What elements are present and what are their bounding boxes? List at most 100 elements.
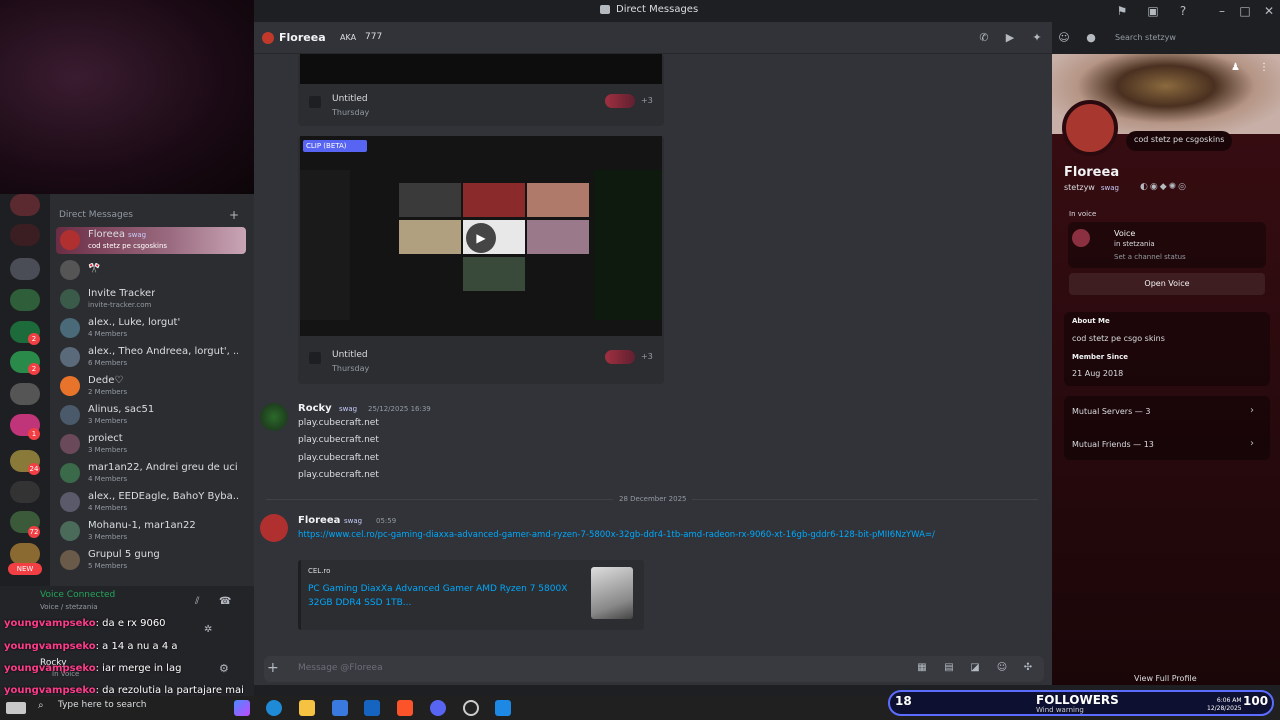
clan-tag: swag [127,231,147,239]
server-icon[interactable] [10,289,40,311]
mutual-servers[interactable]: Mutual Servers — 3 [1072,407,1150,416]
sticker-icon[interactable]: ◪ [969,662,981,674]
dm-item[interactable]: Dede♡ 2 Members [56,373,246,400]
dm-item[interactable]: Grupul 5 gung 5 Members [56,547,246,574]
attach-icon[interactable]: + [267,660,279,676]
unread-badge: 24 [28,463,40,475]
mutual-friends[interactable]: Mutual Friends — 13 [1072,440,1154,449]
search-icon[interactable]: ⌕ [38,700,44,711]
dm-item[interactable]: Alinus, sac51 3 Members [56,402,246,429]
disconnect-icon[interactable]: ☎ [219,596,231,607]
followers-label: FOLLOWERS [1036,693,1119,707]
thumb-tile [527,220,589,254]
profile-toggle-icon[interactable]: ● [1084,32,1098,44]
voice-channel[interactable]: Voice / stetzania [40,603,98,611]
minimize-icon[interactable]: – [1215,4,1229,18]
close-icon[interactable]: ✕ [1262,4,1276,18]
gif-icon[interactable]: ▤ [943,662,955,674]
play-icon[interactable]: ▶ [466,223,496,253]
avatar[interactable] [262,32,274,44]
settings-icon[interactable]: ⚙ [219,662,229,675]
chevron-right-icon[interactable]: › [1250,405,1254,416]
dm-item[interactable]: 🎌 [56,257,246,284]
window-icon[interactable]: ▣ [1146,4,1160,18]
clock-time: 6:06 AM [1216,697,1242,704]
dm-item-floreea[interactable]: Floreea swag cod stetz pe csgoskins [56,227,246,254]
call-icon[interactable]: ✆ [977,32,991,44]
server-icon[interactable] [10,194,40,216]
view-full-profile-link[interactable]: View Full Profile [1134,674,1197,683]
header-name[interactable]: Floreea [279,31,326,44]
avatar [60,318,80,338]
embed-thumbnail[interactable] [591,567,633,619]
store-icon[interactable] [332,700,348,716]
author-name[interactable]: Rocky [298,403,332,414]
message-link[interactable]: https://www.cel.ro/pc-gaming-diaxxa-adva… [298,529,1028,541]
server-icon[interactable] [10,383,40,405]
inbox-icon[interactable]: ⚑ [1115,4,1129,18]
profile-badges: ◐◉◆✺◎ [1140,182,1189,192]
chevron-right-icon[interactable]: › [1250,438,1254,449]
obs-icon[interactable] [463,700,479,716]
activity-icon[interactable]: ✲ [204,624,212,635]
search-input[interactable]: Search stetzyw [1110,30,1270,46]
embed-title[interactable]: PC Gaming DiaxXa Advanced Gamer AMD Ryze… [308,582,588,610]
avatar[interactable] [260,403,288,431]
followers-goal: 100 [1243,694,1269,708]
dm-name: Invite Tracker [88,288,156,299]
dm-item[interactable]: alex., EEDEagle, BahoY Byba... 4 Members [56,489,246,516]
server-icon[interactable] [10,481,40,503]
aka-value: 777 [365,32,383,42]
message-input[interactable]: Message @Floreea [298,663,383,673]
dm-name: Dede♡ [88,375,124,386]
apps-icon[interactable]: ✣ [1022,662,1034,674]
add-friend-icon[interactable]: ♟ [1231,62,1240,73]
overlay-user: youngvampseko [4,685,96,696]
taskbar-search[interactable]: Type here to search [58,700,146,710]
brave-icon[interactable] [397,700,413,716]
timestamp: 25/12/2025 16:39 [368,405,431,413]
copilot-icon[interactable] [234,700,250,716]
edge-icon[interactable] [266,700,282,716]
help-icon[interactable]: ? [1176,4,1190,18]
clip-thumbnail[interactable] [300,54,662,84]
create-dm-icon[interactable]: + [229,208,239,222]
clip-icon [309,352,321,364]
pin-icon[interactable]: ✦ [1030,32,1044,44]
noise-suppression-icon[interactable]: ⫽ [195,596,199,607]
more-icon[interactable]: ⋮ [1259,62,1269,73]
viewer-avatars [605,94,635,108]
avatar [60,405,80,425]
discord-icon[interactable] [430,700,446,716]
dm-section-title: Direct Messages [59,210,133,220]
profile-avatar[interactable] [1062,100,1118,156]
dm-item[interactable]: proiect 3 Members [56,431,246,458]
video-icon[interactable]: ▶ [1003,32,1017,44]
dm-name: alex., EEDEagle, BahoY Byba... [88,491,238,502]
avatar[interactable] [260,514,288,542]
open-voice-button[interactable]: Open Voice [1069,273,1265,295]
server-icon[interactable] [10,224,40,246]
dm-item[interactable]: alex., Luke, lorgut' 4 Members [56,315,246,342]
dm-status: 4 Members [88,504,128,512]
emoji-icon[interactable]: ☺ [996,662,1008,674]
start-icon[interactable] [6,702,26,714]
dm-name: 🎌 [88,263,101,274]
dm-item[interactable]: Invite Tracker invite-tracker.com [56,286,246,313]
server-icon[interactable] [10,258,40,280]
dm-item[interactable]: mar1an22, Andrei greu de uci... 4 Member… [56,460,246,487]
server-icon[interactable] [10,543,40,565]
dm-item[interactable]: Mohanu-1, mar1an22 3 Members [56,518,246,545]
clip-beta-badge: CLIP (BETA) [303,140,367,152]
set-channel-status[interactable]: Set a channel status [1114,253,1186,261]
app-icon[interactable] [495,700,511,716]
gift-icon[interactable]: ▦ [916,662,928,674]
add-friend-icon[interactable]: ☺ [1057,32,1071,44]
maximize-icon[interactable]: □ [1238,4,1252,18]
voice-card [1068,222,1266,268]
overlay-message: youngvampseko: iar merge in lag [4,663,181,674]
author-name[interactable]: Floreea [298,515,340,526]
explorer-icon[interactable] [299,700,315,716]
dm-item[interactable]: alex., Theo Andreea, lorgut', ... 6 Memb… [56,344,246,371]
outlook-icon[interactable] [364,700,380,716]
